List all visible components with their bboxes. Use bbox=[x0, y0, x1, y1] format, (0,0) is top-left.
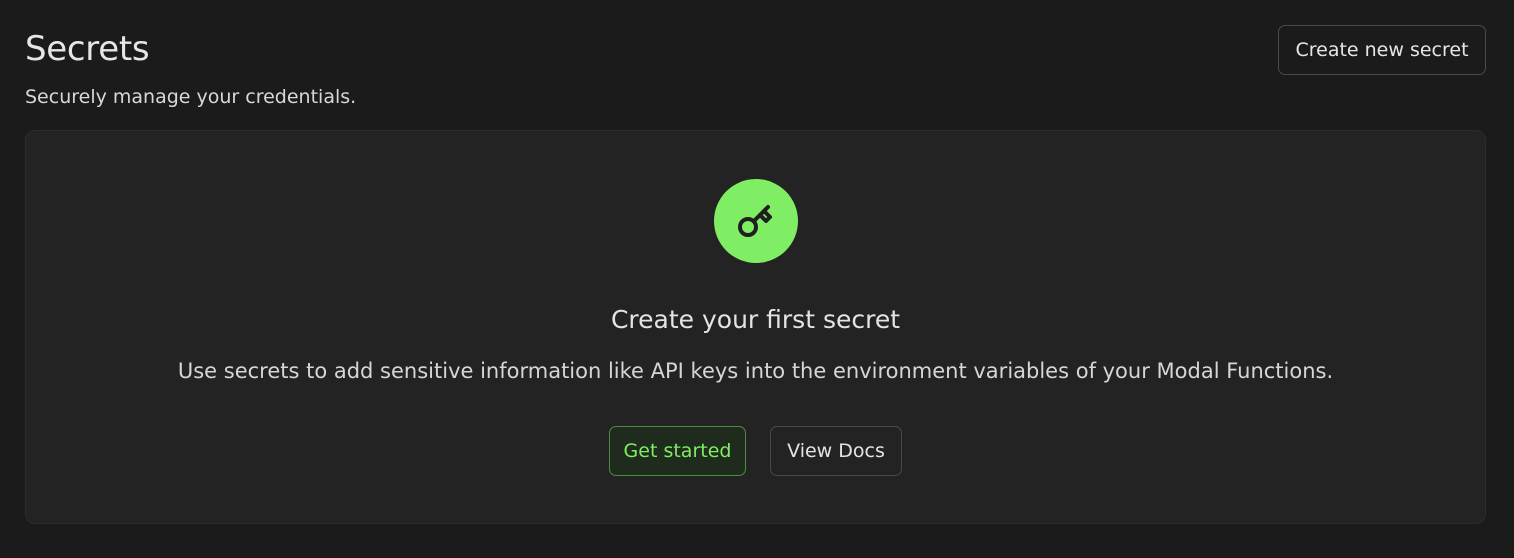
view-docs-button[interactable]: View Docs bbox=[770, 426, 902, 476]
empty-state-description: Use secrets to add sensitive information… bbox=[177, 359, 1334, 383]
key-icon bbox=[738, 205, 772, 237]
empty-state-actions: Get started View Docs bbox=[26, 426, 1485, 476]
page-subtitle: Securely manage your credentials. bbox=[25, 86, 357, 108]
secrets-page: Secrets Securely manage your credentials… bbox=[0, 0, 1514, 558]
get-started-button[interactable]: Get started bbox=[609, 426, 746, 476]
empty-state-card: Create your first secret Use secrets to … bbox=[25, 130, 1486, 524]
create-new-secret-button[interactable]: Create new secret bbox=[1278, 25, 1486, 75]
page-title: Secrets bbox=[25, 29, 150, 69]
empty-state-title: Create your first secret bbox=[610, 305, 901, 334]
key-icon-badge bbox=[714, 179, 798, 263]
